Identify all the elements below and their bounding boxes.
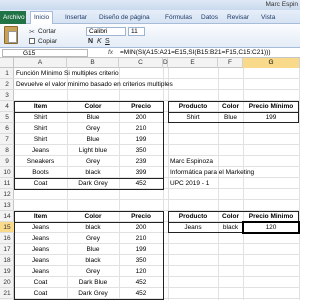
row-header[interactable]: 8 [0,145,14,156]
table2-cell[interactable]: Jeans [14,266,67,277]
cell-grid[interactable]: Función Mínimo Si multiples criterio Dev… [14,68,300,300]
row-header[interactable]: 7 [0,134,14,145]
table2-cell[interactable]: 210 [119,233,163,244]
paste-icon[interactable] [4,26,18,44]
lookup1-header-min-price[interactable]: Precio Mínimo [243,101,299,112]
italic-button[interactable]: K [97,38,102,46]
row-header[interactable]: 3 [0,90,14,101]
underline-button[interactable]: S [105,38,110,46]
table2-header-item[interactable]: Item [14,211,67,222]
table2-cell[interactable]: 199 [119,244,163,255]
table2-cell[interactable]: Coat [14,288,67,299]
table2-cell[interactable]: Jeans [14,244,67,255]
table2-cell[interactable]: 452 [119,288,163,299]
column-header-f[interactable]: F [218,58,243,68]
font-name-select[interactable]: Calibri [86,27,126,36]
lookup1-product[interactable]: Shirt [168,112,218,123]
tab-formulas[interactable]: Fórmulas [162,12,195,23]
table2-cell[interactable]: 350 [119,255,163,266]
tab-revisar[interactable]: Revisar [224,12,252,23]
row-headers: 1 2 3 4 5 6 7 8 9 10 11 12 13 14 15 16 1… [0,68,14,300]
column-headers: A B C D E F G [0,58,300,68]
column-header-c[interactable]: C [119,58,163,68]
row-header[interactable]: 1 [0,68,14,79]
row-header[interactable]: 9 [0,156,14,167]
author-course[interactable]: Informática para el Marketing [168,167,256,178]
row-header[interactable]: 13 [0,200,14,211]
scissors-icon[interactable]: ✂ [29,28,35,36]
tab-datos[interactable]: Datos [198,12,221,23]
table2-cell[interactable]: Blue [67,244,119,255]
sheet-subtitle[interactable]: Devuelve el valor minimo basado en crite… [14,79,175,90]
excel-window: Marc Espin Archivo Inicio Insertar Diseñ… [0,0,300,300]
row-header[interactable]: 5 [0,112,14,123]
table2-cell[interactable]: Jeans [14,222,67,233]
copy-button[interactable]: Copiar [38,38,57,45]
column-header-e[interactable]: E [168,58,218,68]
active-cell-cursor [242,221,300,234]
table2-cell[interactable]: 200 [119,222,163,233]
lookup2-product[interactable]: Jeans [168,222,218,233]
bold-button[interactable]: N [88,38,93,46]
lookup2-color[interactable]: black [218,222,243,233]
tab-insertar[interactable]: Insertar [62,12,90,23]
table2-cell[interactable]: Grey [67,266,119,277]
formula-bar: G15 fx =MIN(SI(A15:A21=E15,SI(B15:B21=F1… [0,48,300,58]
ribbon-tabs: Archivo Inicio Insertar Diseño de página… [0,10,300,24]
window-title: Marc Espin [265,1,298,8]
tab-inicio[interactable]: Inicio [30,11,54,24]
cut-button[interactable]: Cortar [38,28,56,35]
row-header[interactable]: 14 [0,211,14,222]
row-header[interactable]: 19 [0,266,14,277]
row-header[interactable]: 12 [0,189,14,200]
column-header-b[interactable]: B [67,58,119,68]
table2-cell[interactable]: 120 [119,266,163,277]
column-header-a[interactable]: A [14,58,67,68]
row-header[interactable]: 21 [0,288,14,299]
lookup2-header-color[interactable]: Color [218,211,243,222]
lookup1-color[interactable]: Blue [218,112,243,123]
table2-cell[interactable]: Coat [14,277,67,288]
table2-cell[interactable]: black [67,255,119,266]
select-all-corner[interactable] [0,58,14,68]
tab-vista[interactable]: Vista [258,12,278,23]
table1-outline [14,101,164,190]
formula-input[interactable]: =MIN(SI(A15:A21=E15,SI(B15:B21=F15,C15:C… [120,48,270,58]
table2-cell[interactable]: Dark Grey [67,288,119,299]
row-header[interactable]: 2 [0,79,14,90]
row-header-selected[interactable]: 15 [0,222,14,233]
row-header[interactable]: 10 [0,167,14,178]
author-term[interactable]: UPC 2019 - 1 [168,178,211,189]
table2-cell[interactable]: Grey [67,233,119,244]
lookup1-header-product[interactable]: Producto [168,101,218,112]
row-header[interactable]: 4 [0,101,14,112]
row-header[interactable]: 11 [0,178,14,189]
table2-cell[interactable]: Jeans [14,233,67,244]
row-header[interactable]: 17 [0,244,14,255]
name-box[interactable]: G15 [2,49,88,57]
table2-cell[interactable]: 452 [119,277,163,288]
table2-cell[interactable]: Dark Blue [67,277,119,288]
copy-icon[interactable] [29,38,35,44]
tab-diseno-pagina[interactable]: Diseño de página [96,12,153,23]
table2-header-color[interactable]: Color [67,211,119,222]
table2-cell[interactable]: Jeans [14,255,67,266]
table2-cell[interactable]: black [67,222,119,233]
lookup2-header-product[interactable]: Producto [168,211,218,222]
author-name[interactable]: Marc Espinoza [168,156,215,167]
ribbon: ✂ Cortar Copiar Calibri 11 N K S [0,24,300,48]
sheet-title[interactable]: Función Mínimo Si multiples criterio [14,68,121,79]
table2-header-price[interactable]: Precio [119,211,163,222]
row-header[interactable]: 20 [0,277,14,288]
lookup1-header-color[interactable]: Color [218,101,243,112]
fx-icon[interactable]: fx [108,48,113,58]
tab-archivo[interactable]: Archivo [0,11,26,24]
row-header[interactable]: 18 [0,255,14,266]
column-header-g[interactable]: G [243,58,300,68]
row-header[interactable]: 16 [0,233,14,244]
row-header[interactable]: 6 [0,123,14,134]
lookup1-result[interactable]: 199 [243,112,299,123]
font-size-select[interactable]: 11 [128,27,145,36]
title-bar: Marc Espin [0,0,300,10]
